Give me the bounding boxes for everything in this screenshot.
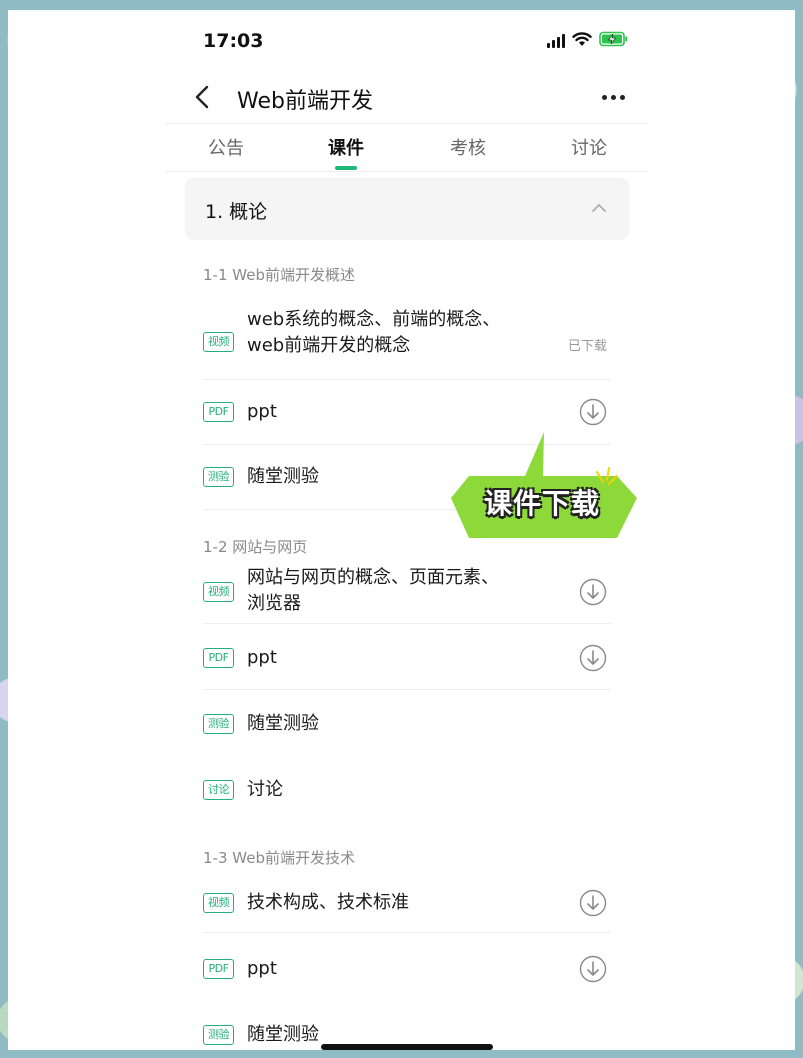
item-label: 随堂测验 (247, 713, 319, 734)
video-tag: 视频 (203, 332, 234, 352)
pdf-tag: PDF (203, 959, 234, 979)
back-button[interactable] (187, 82, 217, 112)
item-label: ppt (247, 958, 277, 979)
discussion-tag: 讨论 (203, 780, 234, 800)
item-label-line1: 网站与网页的概念、页面元素、 (247, 567, 499, 588)
list-item-video[interactable]: 视频 技术构成、技术标准 (203, 871, 611, 933)
cellular-signal-icon (547, 34, 565, 48)
quiz-tag: 测验 (203, 467, 234, 487)
section-title: 1-3 Web前端开发技术 (203, 849, 355, 867)
download-icon[interactable] (579, 644, 607, 672)
item-label: ppt (247, 647, 277, 668)
chevron-left-icon (195, 85, 209, 109)
video-tag: 视频 (203, 582, 234, 602)
more-options-button[interactable] (595, 82, 631, 112)
page-title: Web前端开发 (237, 89, 373, 114)
phone-screen: 17:03 Web前端开发 公告 课件 考核 讨论 1. 概论 1-1 Web前… (165, 10, 649, 1050)
annotation-text: 课件下载 (483, 487, 600, 520)
more-dots-icon (601, 94, 607, 100)
list-item-discussion[interactable]: 讨论 讨论 (203, 756, 611, 822)
annotation-callout: 课件下载 (447, 430, 642, 540)
item-label: ppt (247, 401, 277, 422)
item-label-line2: 浏览器 (247, 593, 301, 614)
active-tab-indicator (335, 166, 357, 170)
list-item-video[interactable]: 视频 web系统的概念、前端的概念、 web前端开发的概念 已下载 (203, 302, 611, 380)
status-bar: 17:03 (165, 10, 649, 70)
status-icons (547, 31, 629, 51)
list-item-pdf[interactable]: PDF ppt (203, 937, 611, 1003)
wifi-icon (572, 31, 592, 51)
quiz-tag: 测验 (203, 714, 234, 734)
download-icon[interactable] (579, 889, 607, 917)
battery-charging-icon (599, 31, 629, 51)
home-indicator (321, 1044, 493, 1050)
tab-assessment[interactable]: 考核 (428, 134, 508, 160)
list-item-quiz[interactable]: 测验 随堂测验 (203, 1003, 611, 1050)
item-label: 讨论 (247, 779, 283, 800)
list-item-quiz[interactable]: 测验 随堂测验 (203, 690, 611, 756)
pdf-tag: PDF (203, 648, 234, 668)
status-time: 17:03 (203, 30, 264, 52)
item-label-line1: web系统的概念、前端的概念、 (247, 309, 501, 330)
chapter-header[interactable]: 1. 概论 (185, 178, 629, 240)
tab-courseware[interactable]: 课件 (306, 134, 386, 160)
download-icon[interactable] (579, 955, 607, 983)
item-label: 技术构成、技术标准 (247, 892, 409, 913)
chapter-title: 1. 概论 (205, 201, 268, 223)
section-title: 1-1 Web前端开发概述 (203, 266, 355, 284)
download-icon[interactable] (579, 398, 607, 426)
tab-discussion[interactable]: 讨论 (549, 134, 629, 160)
item-label: 随堂测验 (247, 1024, 319, 1045)
chevron-up-icon (589, 198, 609, 218)
section-title: 1-2 网站与网页 (203, 538, 308, 556)
pdf-tag: PDF (203, 402, 234, 422)
screenshot-card: 17:03 Web前端开发 公告 课件 考核 讨论 1. 概论 1-1 Web前… (8, 10, 795, 1050)
item-label: 随堂测验 (247, 466, 319, 487)
tab-announcements[interactable]: 公告 (186, 134, 266, 160)
video-tag: 视频 (203, 893, 234, 913)
tab-bar: 公告 课件 考核 讨论 (165, 124, 649, 172)
downloaded-status: 已下载 (567, 339, 607, 354)
list-item-pdf[interactable]: PDF ppt (203, 624, 611, 690)
navigation-bar: Web前端开发 (165, 70, 649, 124)
item-label-line2: web前端开发的概念 (247, 335, 411, 356)
download-icon[interactable] (579, 578, 607, 606)
quiz-tag: 测验 (203, 1025, 234, 1045)
list-item-video[interactable]: 视频 网站与网页的概念、页面元素、 浏览器 (203, 562, 611, 624)
